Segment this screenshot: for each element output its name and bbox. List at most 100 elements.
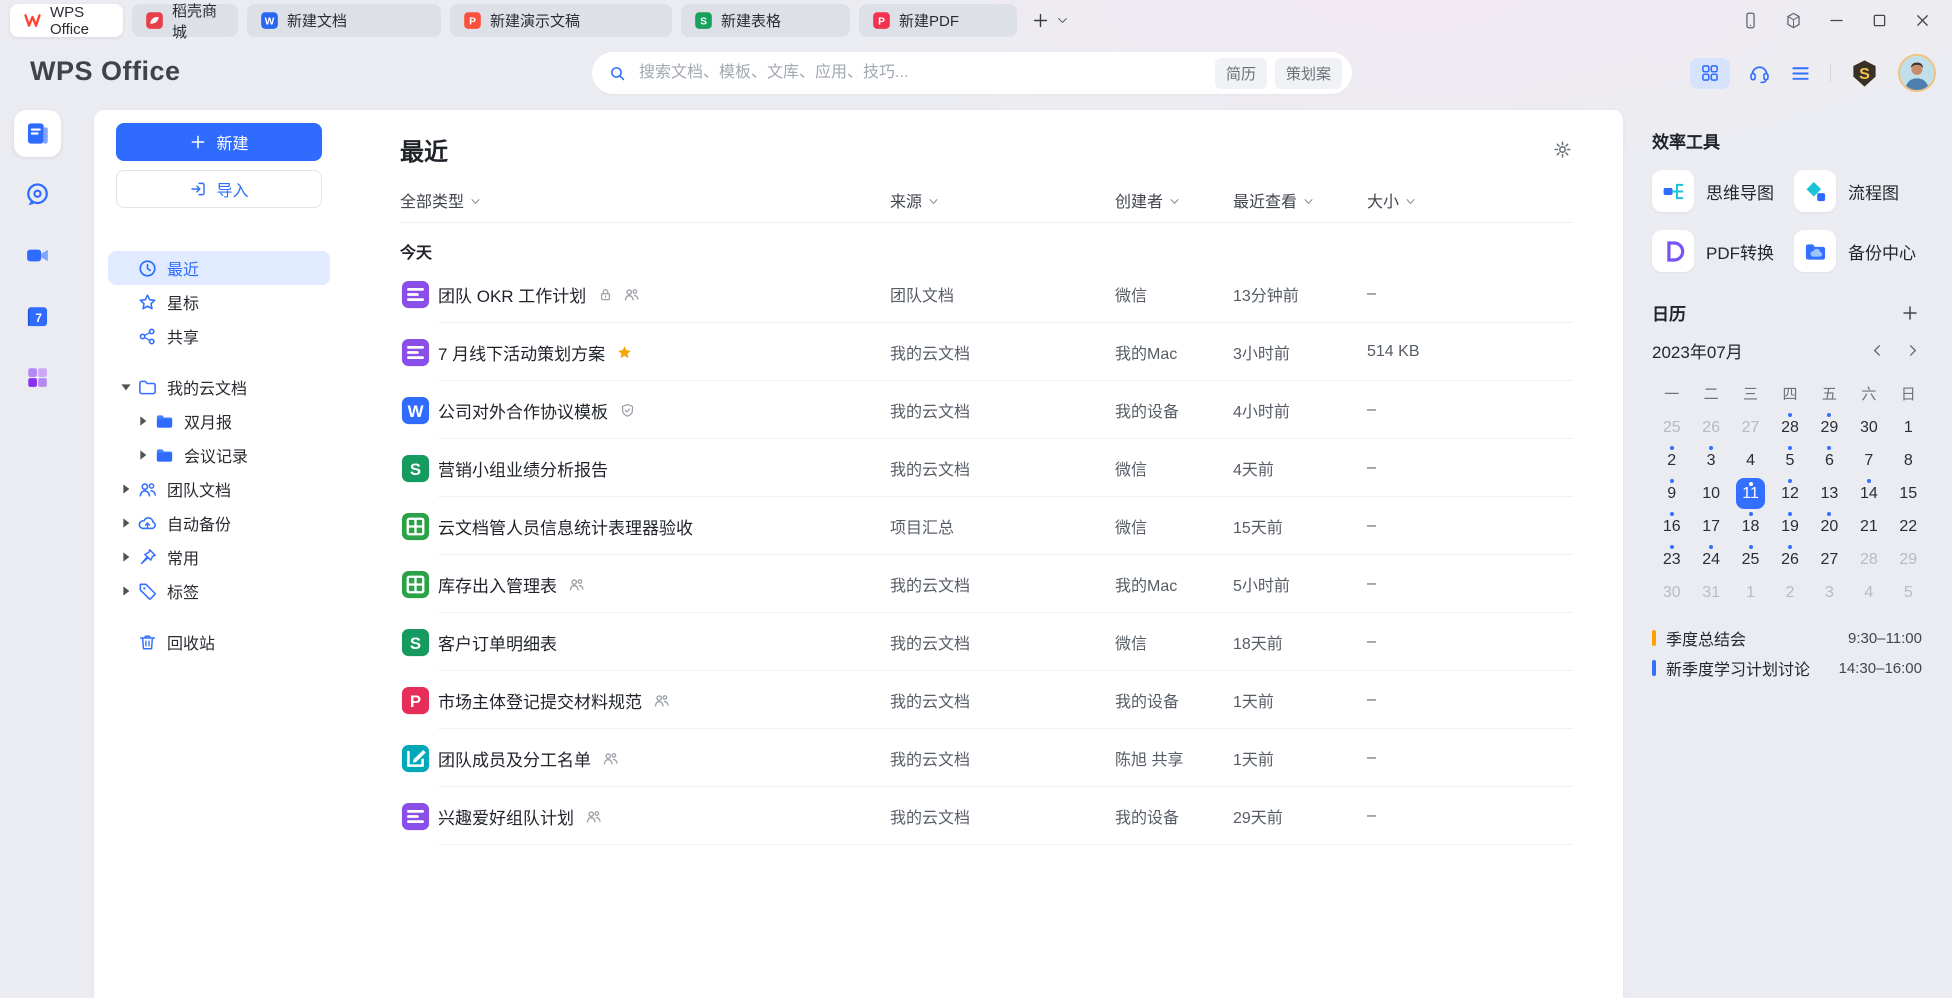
calendar-day[interactable]: 1 bbox=[1889, 411, 1928, 444]
calendar-day[interactable]: 24 bbox=[1691, 543, 1730, 576]
calendar-day[interactable]: 19 bbox=[1770, 510, 1809, 543]
caret-down-icon[interactable] bbox=[118, 379, 134, 395]
calendar-day[interactable]: 4 bbox=[1731, 444, 1770, 477]
sidebar-item-share[interactable]: 共享 bbox=[108, 319, 330, 353]
calendar-day[interactable]: 12 bbox=[1770, 477, 1809, 510]
calendar-day[interactable]: 29 bbox=[1889, 543, 1928, 576]
filter-4[interactable]: 最近查看 bbox=[1233, 188, 1314, 212]
calendar-day[interactable]: 31 bbox=[1691, 576, 1730, 609]
calendar-day[interactable]: 15 bbox=[1889, 477, 1928, 510]
sidebar-item-team[interactable]: 团队文档 bbox=[108, 472, 330, 506]
calendar-day[interactable]: 3 bbox=[1691, 444, 1730, 477]
tool-flowchart[interactable]: 流程图 bbox=[1794, 170, 1928, 212]
calendar-event[interactable]: 季度总结会9:30–11:00 bbox=[1652, 623, 1922, 653]
avatar[interactable] bbox=[1898, 54, 1936, 92]
tool-pdf-convert[interactable]: PDF转换 bbox=[1652, 230, 1794, 272]
calendar-day[interactable]: 30 bbox=[1652, 576, 1691, 609]
tab-wps-logo[interactable]: WPS Office bbox=[10, 4, 123, 37]
rail-item-chat[interactable] bbox=[14, 171, 61, 218]
calendar-day[interactable]: 26 bbox=[1770, 543, 1809, 576]
calendar-next-button[interactable] bbox=[1905, 343, 1920, 358]
calendar-day[interactable]: 6 bbox=[1810, 444, 1849, 477]
caret-right-icon[interactable] bbox=[118, 583, 134, 599]
calendar-day[interactable]: 13 bbox=[1810, 477, 1849, 510]
minimize-button[interactable] bbox=[1827, 11, 1846, 30]
filter-5[interactable]: 大小 bbox=[1367, 188, 1416, 212]
file-row[interactable]: 云文档管人员信息统计表理器验收项目汇总微信15天前– bbox=[400, 497, 1573, 555]
sidebar-item-cloud[interactable]: 自动备份 bbox=[108, 506, 330, 540]
rail-item-video[interactable] bbox=[14, 232, 61, 279]
tab-pdf[interactable]: P新建PDF bbox=[859, 4, 1017, 37]
workspace-button[interactable] bbox=[1784, 11, 1803, 30]
sidebar-item-clock[interactable]: 最近 bbox=[108, 251, 330, 285]
svip-badge-icon[interactable]: S bbox=[1849, 58, 1880, 89]
calendar-day[interactable]: 5 bbox=[1889, 576, 1928, 609]
tab-spreadsheet[interactable]: S新建表格 bbox=[681, 4, 850, 37]
calendar-event[interactable]: 新季度学习计划讨论14:30–16:00 bbox=[1652, 653, 1922, 683]
sidebar-item-folder-filled[interactable]: 双月报 bbox=[108, 404, 330, 438]
caret-right-icon[interactable] bbox=[135, 447, 151, 463]
calendar-day[interactable]: 10 bbox=[1691, 477, 1730, 510]
calendar-day[interactable]: 20 bbox=[1810, 510, 1849, 543]
rail-item-apps[interactable] bbox=[14, 354, 61, 401]
new-document-button[interactable]: 新建 bbox=[116, 123, 322, 161]
main-menu-button[interactable] bbox=[1789, 62, 1812, 85]
file-row[interactable]: S营销小组业绩分析报告我的云文档微信4天前– bbox=[400, 439, 1573, 497]
calendar-day[interactable]: 5 bbox=[1770, 444, 1809, 477]
support-headset-button[interactable] bbox=[1748, 62, 1771, 85]
calendar-day[interactable]: 27 bbox=[1731, 411, 1770, 444]
file-row[interactable]: 库存出入管理表我的云文档我的Mac5小时前– bbox=[400, 555, 1573, 613]
file-row[interactable]: 团队 OKR 工作计划团队文档微信13分钟前– bbox=[400, 265, 1573, 323]
list-settings-button[interactable] bbox=[1552, 139, 1573, 160]
file-row[interactable]: S客户订单明细表我的云文档微信18天前– bbox=[400, 613, 1573, 671]
file-row[interactable]: 兴趣爱好组队计划我的云文档我的设备29天前– bbox=[400, 787, 1573, 845]
calendar-day[interactable]: 29 bbox=[1810, 411, 1849, 444]
filter-2[interactable]: 来源 bbox=[890, 188, 939, 212]
tab-docer[interactable]: 稻壳商城 bbox=[132, 4, 238, 37]
mobile-button[interactable] bbox=[1741, 11, 1760, 30]
caret-right-icon[interactable] bbox=[118, 515, 134, 531]
calendar-day[interactable]: 16 bbox=[1652, 510, 1691, 543]
calendar-day[interactable]: 7 bbox=[1849, 444, 1888, 477]
search-tag[interactable]: 策划案 bbox=[1275, 58, 1342, 89]
sidebar-item-folder-filled[interactable]: 会议记录 bbox=[108, 438, 330, 472]
filter-1[interactable]: 全部类型 bbox=[400, 188, 481, 212]
calendar-day[interactable]: 28 bbox=[1849, 543, 1888, 576]
calendar-day[interactable]: 25 bbox=[1652, 411, 1691, 444]
search-input[interactable] bbox=[637, 63, 1215, 83]
apps-grid-button[interactable] bbox=[1690, 58, 1730, 89]
tool-mindmap[interactable]: 思维导图 bbox=[1652, 170, 1794, 212]
tab-presentation[interactable]: P新建演示文稿 bbox=[450, 4, 672, 37]
close-button[interactable] bbox=[1913, 11, 1932, 30]
sidebar-item-star[interactable]: 星标 bbox=[108, 285, 330, 319]
calendar-day[interactable]: 23 bbox=[1652, 543, 1691, 576]
calendar-day[interactable]: 14 bbox=[1849, 477, 1888, 510]
search-tag[interactable]: 简历 bbox=[1215, 58, 1267, 89]
calendar-day[interactable]: 8 bbox=[1889, 444, 1928, 477]
tab-writer[interactable]: W新建文档 bbox=[247, 4, 441, 37]
tool-backup[interactable]: 备份中心 bbox=[1794, 230, 1928, 272]
sidebar-item-folder[interactable]: 我的云文档 bbox=[108, 370, 330, 404]
maximize-button[interactable] bbox=[1870, 11, 1889, 30]
file-row[interactable]: 团队成员及分工名单我的云文档陈旭 共享1天前– bbox=[400, 729, 1573, 787]
calendar-day[interactable]: 2 bbox=[1652, 444, 1691, 477]
file-row[interactable]: W公司对外合作协议模板我的云文档我的设备4小时前– bbox=[400, 381, 1573, 439]
rail-item-docs[interactable] bbox=[14, 110, 61, 157]
calendar-day[interactable]: 11 bbox=[1736, 478, 1765, 509]
new-tab-button[interactable] bbox=[1031, 11, 1050, 30]
calendar-day[interactable]: 22 bbox=[1889, 510, 1928, 543]
filter-3[interactable]: 创建者 bbox=[1115, 188, 1180, 212]
calendar-day[interactable]: 27 bbox=[1810, 543, 1849, 576]
caret-right-icon[interactable] bbox=[118, 481, 134, 497]
file-row[interactable]: P市场主体登记提交材料规范我的云文档我的设备1天前– bbox=[400, 671, 1573, 729]
calendar-day[interactable]: 9 bbox=[1652, 477, 1691, 510]
calendar-day[interactable]: 21 bbox=[1849, 510, 1888, 543]
file-row[interactable]: 7 月线下活动策划方案我的云文档我的Mac3小时前514 KB bbox=[400, 323, 1573, 381]
calendar-day[interactable]: 4 bbox=[1849, 576, 1888, 609]
import-button[interactable]: 导入 bbox=[116, 170, 322, 208]
calendar-prev-button[interactable] bbox=[1870, 343, 1885, 358]
calendar-day[interactable]: 18 bbox=[1731, 510, 1770, 543]
calendar-day[interactable]: 17 bbox=[1691, 510, 1730, 543]
calendar-day[interactable]: 26 bbox=[1691, 411, 1730, 444]
caret-right-icon[interactable] bbox=[118, 549, 134, 565]
